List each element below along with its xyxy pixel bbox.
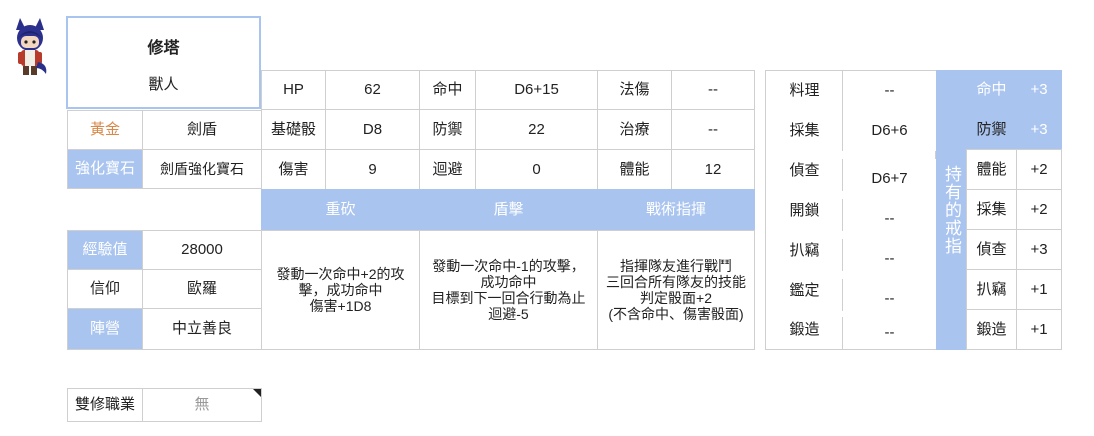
ring-label: 體能 xyxy=(966,149,1017,190)
life-skill-label: 扒竊 xyxy=(766,231,843,271)
exp-value: 28000 xyxy=(142,230,262,270)
ring-label-text: 防禦 xyxy=(976,120,1007,138)
evade-label: 迴避 xyxy=(419,149,476,190)
base-dice-value: D8 xyxy=(325,109,420,150)
skill-desc-1-text: 發動一次命中+2的攻擊，成功命中 傷害+1D8 xyxy=(276,265,405,315)
life-skill-value: -- xyxy=(842,279,936,319)
dual-class-label: 雙修職業 xyxy=(67,388,143,422)
ring-value: +2 xyxy=(1016,149,1062,190)
hit-value: D6+15 xyxy=(475,70,598,110)
life-skill-value: -- xyxy=(842,199,936,239)
name-card: 修塔 獸人 xyxy=(66,16,261,109)
ring-value: +3 xyxy=(1016,70,1062,110)
damage-label: 傷害 xyxy=(261,149,326,190)
life-skill-label: 偵查 xyxy=(766,151,843,191)
ring-value: +3 xyxy=(1016,109,1062,150)
camp-value: 中立善良 xyxy=(142,308,262,350)
skill-name-1: 重砍 xyxy=(261,189,420,231)
ring-value: +1 xyxy=(1016,269,1062,310)
hp-value: 62 xyxy=(325,70,420,110)
skill-desc-2-text: 發動一次命中-1的攻擊， 成功命中 目標到下一回合行動為止 迴避-5 xyxy=(431,257,586,323)
life-skill-value: -- xyxy=(842,239,936,279)
rings-title-text: 持有的戒指 xyxy=(942,165,961,255)
character-race: 獸人 xyxy=(148,76,179,93)
ring-label: 採集 xyxy=(966,189,1017,230)
skill-name-3: 戰術指揮 xyxy=(597,189,755,231)
ring-label: 偵查 xyxy=(966,229,1017,270)
ring-label: 命中 xyxy=(966,70,1017,110)
ring-value: +1 xyxy=(1016,309,1062,350)
heal-value: -- xyxy=(671,109,755,150)
rank-label-text: 黃金 xyxy=(89,121,120,138)
life-skill-value: -- xyxy=(842,71,936,111)
life-skill-label: 鍛造 xyxy=(766,311,843,349)
faith-label: 信仰 xyxy=(67,269,143,309)
stamina-value: 12 xyxy=(671,149,755,190)
life-skill-value: D6+6 xyxy=(842,111,936,151)
hit-label: 命中 xyxy=(419,70,476,110)
ring-value: +2 xyxy=(1016,189,1062,230)
life-skill-label: 開鎖 xyxy=(766,191,843,231)
exp-label: 經驗值 xyxy=(67,230,143,270)
skill-desc-3-text: 指揮隊友進行戰鬥 三回合所有隊友的技能判定骰面+2 (不含命中、傷害骰面) xyxy=(606,257,746,323)
faith-value: 歐羅 xyxy=(142,269,262,309)
gem-value: 劍盾強化寶石 xyxy=(142,149,262,189)
dropdown-corner-icon xyxy=(253,389,261,397)
damage-value: 9 xyxy=(325,149,420,190)
life-skill-label: 鑑定 xyxy=(766,271,843,311)
life-skill-value: D6+7 xyxy=(842,159,936,199)
heal-label: 治療 xyxy=(597,109,672,150)
life-skill-value: -- xyxy=(842,317,936,349)
dual-class-value: 無 xyxy=(194,396,210,413)
defense-label: 防禦 xyxy=(419,109,476,150)
character-avatar xyxy=(6,16,54,78)
base-dice-label: 基礎骰 xyxy=(261,109,326,150)
skill-desc-1: 發動一次命中+2的攻擊，成功命中 傷害+1D8 xyxy=(261,230,420,350)
skill-name-2: 盾擊 xyxy=(419,189,598,231)
skill-desc-2: 發動一次命中-1的攻擊， 成功命中 目標到下一回合行動為止 迴避-5 xyxy=(419,230,598,350)
life-skills-table: 料理 -- 採集 D6+6 偵查 D6+7 開鎖 -- 扒竊 -- 鑑定 -- … xyxy=(765,70,936,350)
ring-value: +3 xyxy=(1016,229,1062,270)
camp-label: 陣營 xyxy=(67,308,143,350)
character-name: 修塔 xyxy=(147,40,180,57)
ring-label: 扒竊 xyxy=(966,269,1017,310)
magic-value: -- xyxy=(671,70,755,110)
rank-value: 劍盾 xyxy=(142,110,262,150)
gem-label: 強化寶石 xyxy=(67,149,143,189)
ring-label: 鍛造 xyxy=(966,309,1017,350)
dual-class-select[interactable]: 無 xyxy=(142,388,262,422)
rings-title: 持有的戒指 xyxy=(936,70,967,350)
stamina-label: 體能 xyxy=(597,149,672,190)
hp-label: HP xyxy=(261,70,326,110)
life-skill-label: 採集 xyxy=(766,111,843,151)
skill-desc-3: 指揮隊友進行戰鬥 三回合所有隊友的技能判定骰面+2 (不含命中、傷害骰面) xyxy=(597,230,755,350)
defense-value: 22 xyxy=(475,109,598,150)
ring-label: 防禦 xyxy=(966,109,1017,150)
evade-value: 0 xyxy=(475,149,598,190)
life-skill-label: 料理 xyxy=(766,71,843,111)
rank-label: 黃金 xyxy=(67,110,143,150)
magic-label: 法傷 xyxy=(597,70,672,110)
